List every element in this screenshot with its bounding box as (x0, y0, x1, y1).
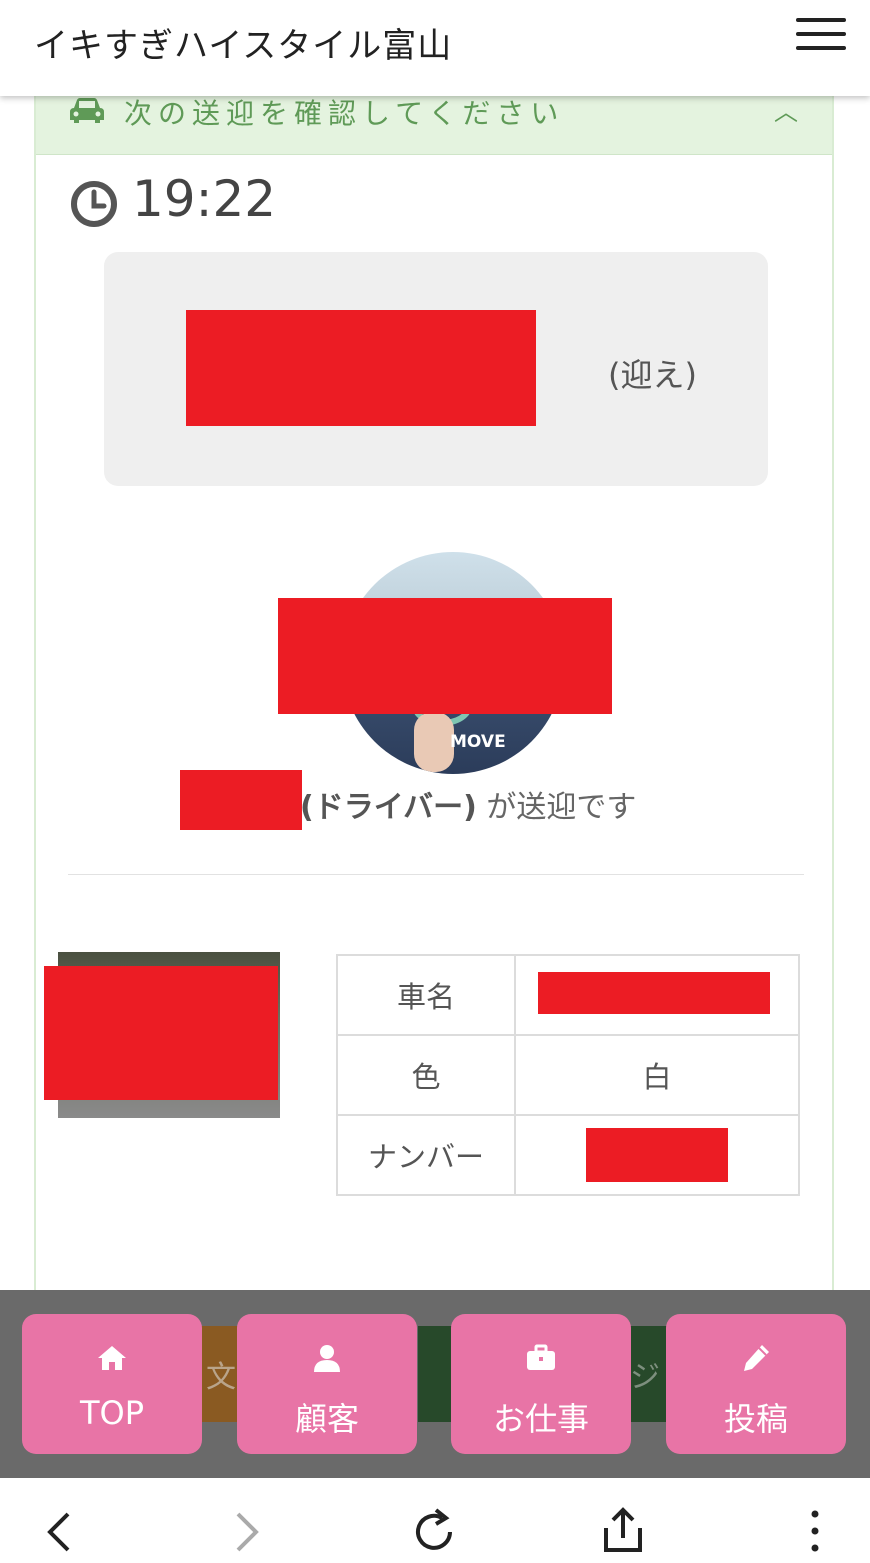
spec-value-car-name (514, 954, 800, 1036)
nav-customer-button[interactable]: 顧客 (237, 1314, 417, 1454)
nav-work-button[interactable]: お仕事 (451, 1314, 631, 1454)
forward-icon[interactable] (220, 1506, 270, 1556)
redacted-avatar-overlay (278, 598, 612, 714)
table-row: 車名 (336, 954, 800, 1036)
nav-post-label: 投稿 (723, 1400, 788, 1438)
car-icon (70, 98, 104, 123)
back-icon[interactable] (36, 1506, 86, 1556)
browser-toolbar (0, 1478, 870, 1563)
table-row: ナンバー (336, 1114, 800, 1196)
chevron-up-icon[interactable]: ︿ (774, 92, 798, 127)
nav-post-button[interactable]: 投稿 (666, 1314, 846, 1454)
redacted-destination (186, 310, 536, 426)
redacted-plate-number (586, 1128, 728, 1182)
avatar-badge-text: MOVE (450, 732, 506, 752)
spec-label-car-name: 車名 (336, 954, 516, 1036)
bottom-nav: 文 ジ TOP 顧客 お仕事 投稿 (0, 1290, 870, 1478)
driver-line: (ドライバー) が送迎です (300, 782, 636, 826)
pencil-icon (744, 1345, 769, 1371)
redacted-car-name (538, 972, 770, 1014)
menu-icon[interactable] (796, 18, 846, 50)
clock-icon (71, 181, 117, 227)
nav-top-button[interactable]: TOP (22, 1314, 202, 1454)
spec-label-color: 色 (336, 1034, 516, 1116)
driver-role: (ドライバー) (300, 790, 477, 825)
more-icon[interactable] (790, 1506, 840, 1556)
user-icon (314, 1345, 340, 1372)
reload-icon[interactable] (410, 1506, 460, 1556)
app-header: イキすぎハイスタイル富山 (0, 0, 870, 96)
briefcase-icon (527, 1344, 555, 1370)
driver-suffix: が送迎です (486, 790, 637, 825)
nav-work-label: お仕事 (492, 1400, 589, 1438)
nav-customer-label: 顧客 (294, 1400, 359, 1438)
site-title[interactable]: イキすぎハイスタイル富山 (34, 18, 452, 67)
redacted-car-photo (44, 966, 278, 1100)
pickup-card: 次の送迎を確認してください ︿ 19:22 (迎え) MOVE (ドライバー) … (34, 80, 834, 1380)
nav-top-label: TOP (79, 1394, 145, 1432)
destination-box: (迎え) (104, 252, 768, 486)
vehicle-spec-table: 車名 色 白 ナンバー (336, 954, 800, 1196)
home-icon (98, 1346, 126, 1370)
spec-value-number (514, 1114, 800, 1196)
pickup-time: 19:22 (132, 170, 277, 228)
divider (68, 874, 804, 875)
redacted-driver-name (180, 770, 302, 830)
card-header-text: 次の送迎を確認してください (124, 97, 565, 130)
spec-value-color: 白 (514, 1034, 800, 1116)
share-icon[interactable] (598, 1506, 648, 1556)
destination-label: (迎え) (608, 356, 697, 394)
spec-label-number: ナンバー (336, 1114, 516, 1196)
table-row: 色 白 (336, 1034, 800, 1116)
